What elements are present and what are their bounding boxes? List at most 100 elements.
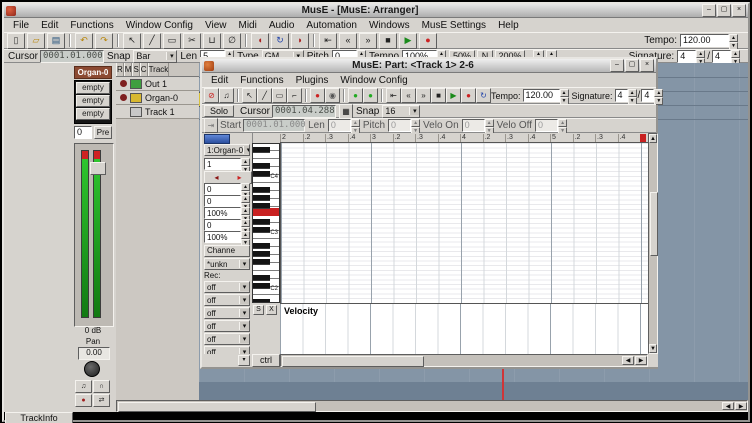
headphone-strip-button[interactable]: ∩: [93, 380, 110, 393]
patch-empty-button[interactable]: empty: [76, 82, 110, 94]
scroll-left-button[interactable]: ◀: [722, 402, 734, 410]
menu-help[interactable]: Help: [492, 19, 525, 32]
pr-maximize-button[interactable]: ▢: [625, 59, 639, 72]
speaker-strip-button[interactable]: ♫: [75, 380, 92, 393]
stop-icon[interactable]: ■: [431, 88, 446, 103]
vscroll-thumb[interactable]: [650, 192, 658, 256]
fader-handle[interactable]: [90, 162, 106, 175]
black-key[interactable]: [253, 147, 270, 153]
velo-on-value[interactable]: 0: [462, 119, 485, 132]
pianoroll-vscrollbar[interactable]: ▲ ▼: [648, 133, 658, 354]
stop-icon[interactable]: ■: [379, 33, 397, 49]
pan-knob[interactable]: [84, 361, 100, 377]
black-key[interactable]: [253, 219, 270, 225]
patch-empty-button[interactable]: empty: [76, 95, 110, 107]
punch-out-icon[interactable]: ◗: [291, 33, 309, 49]
velo-on-spinbox[interactable]: 0: [462, 119, 494, 132]
pr-menu-edit[interactable]: Edit: [205, 74, 234, 87]
signature-denominator-spinbox[interactable]: 4: [712, 50, 740, 63]
goto-start-icon[interactable]: ⇤: [386, 88, 401, 103]
pr-tempo-spinbox[interactable]: 120.00: [523, 89, 569, 102]
length-value[interactable]: 100%: [204, 207, 241, 219]
output-value[interactable]: 0: [74, 126, 92, 139]
spin-arrows[interactable]: [241, 183, 250, 195]
glue-tool-icon[interactable]: ⊔: [203, 33, 221, 49]
track-track-1[interactable]: Track 1: [116, 105, 199, 119]
output-spinbox[interactable]: 0: [74, 126, 92, 139]
pr-scroll-right-button[interactable]: ▶: [635, 356, 647, 365]
undo-icon[interactable]: ↶: [75, 33, 93, 49]
event-len-spinbox[interactable]: 0: [328, 119, 360, 132]
patch-empty-button[interactable]: empty: [76, 108, 110, 120]
spin-arrows[interactable]: [731, 50, 740, 63]
velocity-lane[interactable]: [280, 303, 648, 354]
spin-arrows[interactable]: [241, 219, 250, 231]
scroll-right-button[interactable]: ▶: [735, 402, 747, 410]
menu-muse-settings[interactable]: MusE Settings: [416, 19, 492, 32]
black-key[interactable]: [253, 187, 270, 193]
arranger-hscrollbar[interactable]: ◀ ▶: [116, 400, 748, 412]
trackinfo-tab[interactable]: TrackInfo: [5, 412, 73, 423]
transpose-spinbox[interactable]: 1: [204, 158, 250, 170]
signature-numerator-spinbox[interactable]: 4: [677, 50, 705, 63]
spin-arrows[interactable]: [560, 89, 569, 102]
redo-icon[interactable]: ↷: [95, 33, 113, 49]
pre-button[interactable]: Pre: [94, 126, 112, 139]
black-key[interactable]: [253, 275, 270, 281]
forward-icon[interactable]: »: [359, 33, 377, 49]
rewind-icon[interactable]: «: [339, 33, 357, 49]
pr-minimize-button[interactable]: –: [610, 59, 624, 72]
pr-menu-functions[interactable]: Functions: [234, 74, 289, 87]
velo-off-spinbox[interactable]: 0: [535, 119, 567, 132]
record-strip-button[interactable]: ●: [75, 394, 92, 407]
port-combo[interactable]: *unkn: [204, 258, 250, 270]
new-file-icon[interactable]: ▯: [7, 33, 25, 49]
punch-in-icon[interactable]: ◖: [251, 33, 269, 49]
loop-icon[interactable]: ↻: [271, 33, 289, 49]
panic-icon[interactable]: ⊘: [204, 88, 219, 103]
play-icon[interactable]: ▶: [399, 33, 417, 49]
scroll-up-button[interactable]: ▲: [649, 134, 657, 143]
black-key[interactable]: [253, 259, 270, 265]
scissors-tool-icon[interactable]: ✂: [183, 33, 201, 49]
shift-spinbox[interactable]: 0: [204, 219, 250, 231]
pianoroll-ruler[interactable]: 2.2.3.43.2.3.44.2.3.45.2.3.46: [280, 133, 648, 143]
goto-start-icon[interactable]: ⇤: [319, 33, 337, 49]
tempo-spinbox[interactable]: 120.00: [680, 34, 738, 47]
window-titlebar[interactable]: MusE - [MusE: Arranger] –▢×: [4, 4, 748, 18]
spin-arrows[interactable]: [485, 119, 494, 132]
line-tool-icon[interactable]: ⌐: [287, 88, 302, 103]
tempo-value[interactable]: 120.00: [680, 34, 729, 47]
maximize-button[interactable]: ▢: [717, 4, 731, 17]
mute-tool-icon[interactable]: ∅: [223, 33, 241, 49]
open-file-icon[interactable]: ▱: [27, 33, 45, 49]
menu-midi[interactable]: Midi: [232, 19, 262, 32]
pencil-tool-icon[interactable]: ╱: [143, 33, 161, 49]
controller-solo-button[interactable]: S: [253, 305, 264, 315]
scroll-down-button[interactable]: ▼: [649, 344, 657, 353]
step-record-icon[interactable]: ●: [310, 88, 325, 103]
channel-button[interactable]: Channe: [204, 245, 250, 257]
spin-arrows[interactable]: [411, 119, 420, 132]
follow-song-icon[interactable]: ●: [363, 88, 378, 103]
spin-arrows[interactable]: [654, 89, 663, 102]
minimize-button[interactable]: –: [702, 4, 716, 17]
compression-value[interactable]: 100%: [204, 231, 241, 243]
menu-view[interactable]: View: [199, 19, 233, 32]
shift-value[interactable]: 0: [204, 219, 241, 231]
controller-combo[interactable]: off: [204, 294, 250, 306]
menu-edit[interactable]: Edit: [35, 19, 64, 32]
controller-combo[interactable]: off: [204, 320, 250, 332]
pr-menu-window-config[interactable]: Window Config: [334, 74, 413, 87]
speaker-icon[interactable]: ♫: [219, 88, 234, 103]
routing-strip-button[interactable]: ⇄: [93, 394, 110, 407]
play-events-icon[interactable]: ●: [348, 88, 363, 103]
pr-sig-numerator[interactable]: 4: [615, 89, 628, 102]
controller-combo[interactable]: off: [204, 333, 250, 345]
event-pitch-value[interactable]: 0: [388, 119, 411, 132]
loop-icon[interactable]: ↻: [476, 88, 491, 103]
menu-file[interactable]: File: [7, 19, 35, 32]
velo-off-value[interactable]: 0: [535, 119, 558, 132]
delay-spinbox[interactable]: 0: [204, 195, 250, 207]
signature-denominator[interactable]: 4: [712, 50, 731, 63]
